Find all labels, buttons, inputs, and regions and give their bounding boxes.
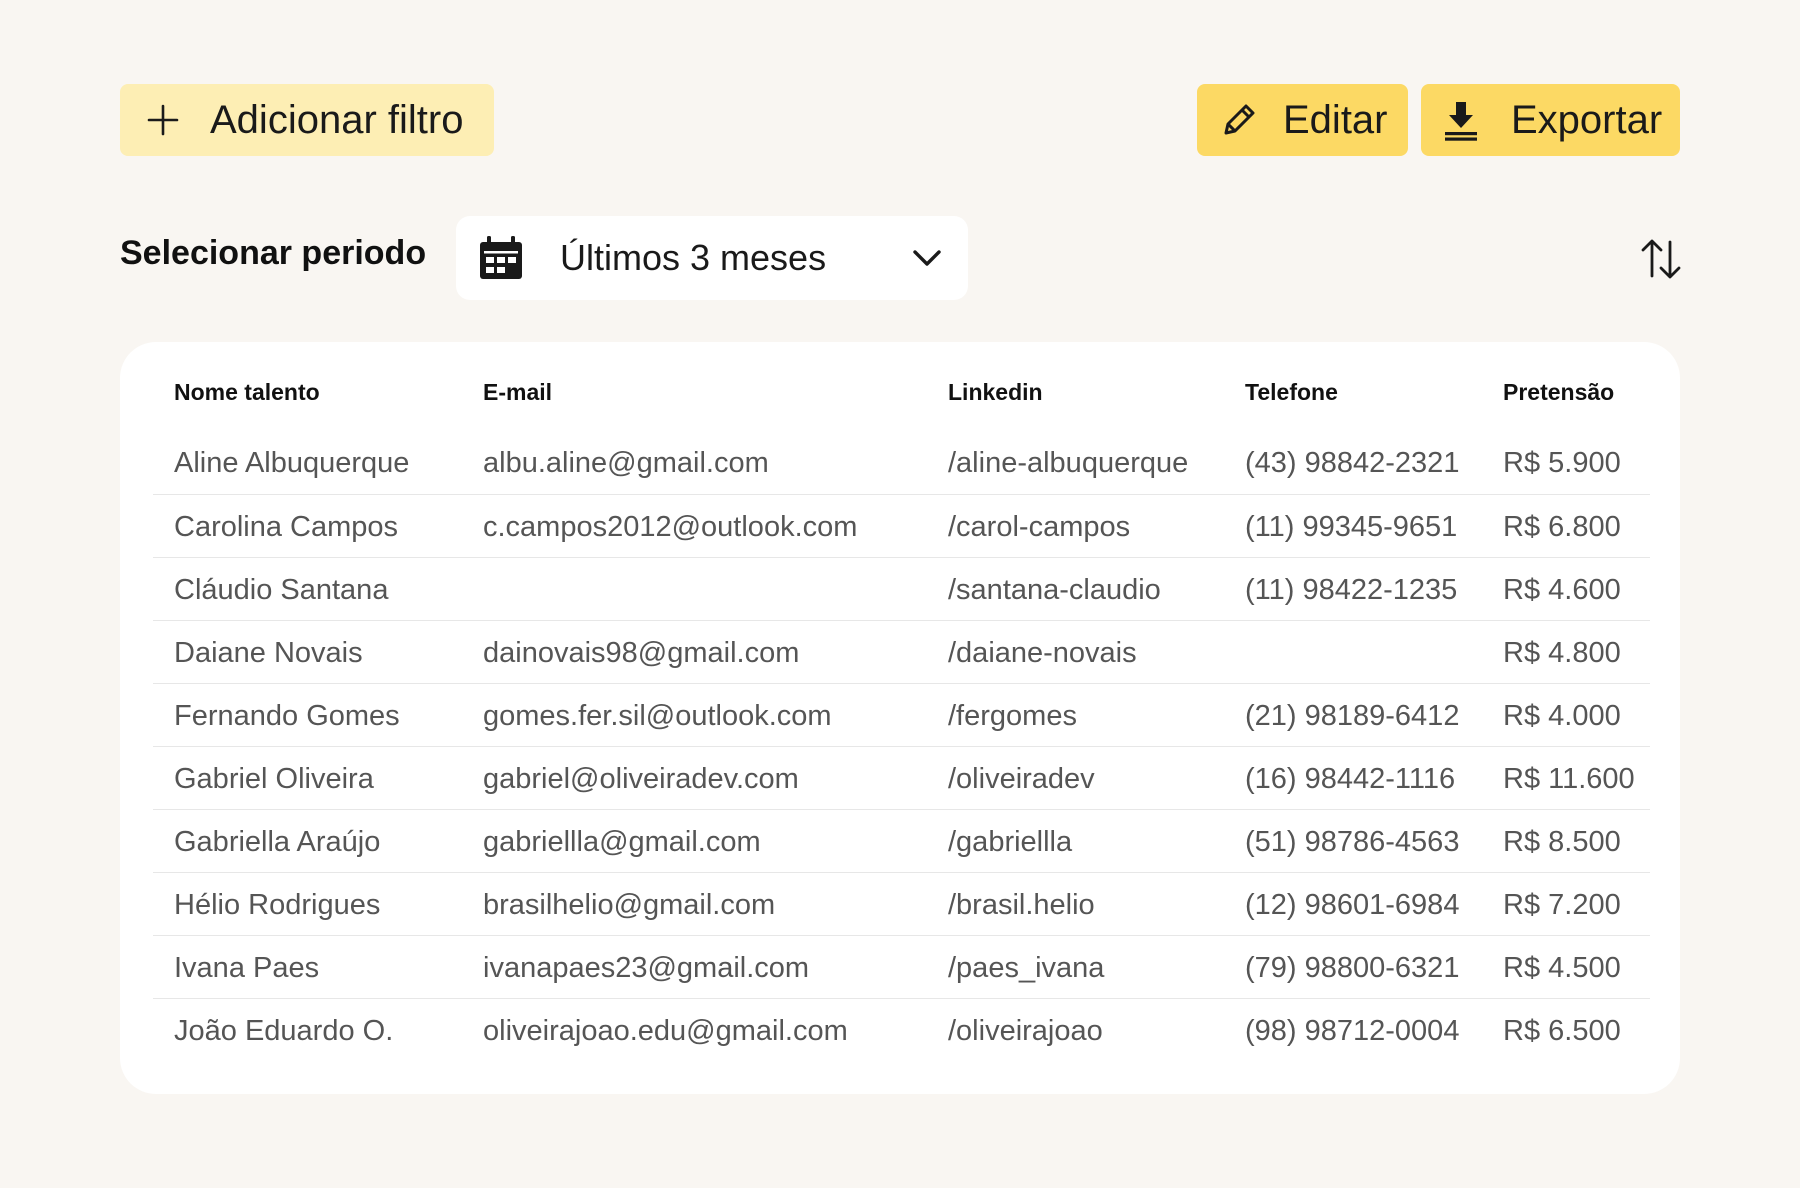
cell-name: Hélio Rodrigues	[174, 889, 381, 921]
table-row[interactable]: Hélio Rodrigues brasilhelio@gmail.com/bra…	[153, 872, 1650, 935]
cell-phone: (98) 98712-0004	[1245, 1015, 1460, 1048]
table-row[interactable]: Carolina Campos c.campos2012@outlook.com /…	[153, 494, 1650, 557]
cell-linkedin: /carol-campos	[948, 511, 1131, 543]
table-row[interactable]: Aline Albuquerque albu.aline@gmail.com/al…	[153, 416, 1650, 494]
period-label: Selecionar periodo	[120, 234, 427, 272]
cell-phone: (79) 98800-6321	[1245, 952, 1460, 984]
cell-name: João Eduardo O.	[174, 1015, 394, 1048]
cell-linkedin: /aline-albuquerque	[948, 447, 1189, 480]
cell-name: Carolina Campos	[174, 511, 399, 543]
table-row[interactable]: Gabriel Oliveira gabriel@oliveiradev.com /…	[153, 746, 1650, 809]
table-row[interactable]: Gabriella Araújo gabriellla@gmail.com/gab…	[153, 809, 1650, 872]
period-dropdown[interactable]: Últimos 3 meses	[456, 216, 968, 300]
cell-salary: R$ 4.600	[1503, 574, 1621, 606]
cell-email: oliveirajoao.edu@gmail.com	[483, 1015, 848, 1048]
edit-button[interactable]: Editar	[1197, 84, 1408, 156]
chevron-down-icon	[910, 241, 944, 275]
cell-salary: R$ 6.500	[1503, 1015, 1621, 1048]
export-label: Exportar	[1511, 97, 1663, 142]
cell-linkedin: /fergomes	[948, 700, 1077, 732]
cell-phone: (11) 99345-9651	[1245, 511, 1458, 543]
cell-linkedin: /gabriellla	[948, 826, 1073, 858]
table-row[interactable]: Cláudio Santana/santana-claudio (11) 9842…	[153, 557, 1650, 620]
cell-phone	[1224, 620, 1482, 683]
cell-email	[462, 557, 927, 620]
cell-salary: R$ 8.500	[1503, 826, 1621, 858]
add-filter-label: Adicionar filtro	[210, 97, 464, 142]
sort-arrows-icon[interactable]	[1636, 234, 1686, 284]
table-row[interactable]: Daiane Novais dainovais98@gmail.com/daian…	[153, 620, 1650, 683]
cell-name: Daiane Novais	[174, 637, 363, 669]
plus-icon	[142, 99, 184, 141]
cell-email: c.campos2012@outlook.com	[483, 511, 858, 543]
cell-name: Gabriella Araújo	[174, 826, 381, 858]
cell-name: Ivana Paes	[174, 952, 320, 984]
cell-email: albu.aline@gmail.com	[483, 447, 769, 480]
column-header-name[interactable]: Nome talento	[153, 368, 462, 416]
table-row[interactable]: Ivana Paes ivanapaes23@gmail.com/paes_iva…	[153, 935, 1650, 998]
cell-phone: (11) 98422-1235	[1245, 574, 1458, 606]
cell-salary: R$ 5.900	[1503, 447, 1621, 480]
cell-phone: (21) 98189-6412	[1245, 700, 1460, 732]
download-icon	[1439, 98, 1483, 142]
column-header-phone[interactable]: Telefone	[1224, 368, 1482, 416]
cell-linkedin: /oliveirajoao	[948, 1015, 1103, 1048]
cell-name: Cláudio Santana	[174, 574, 389, 606]
add-filter-button[interactable]: Adicionar filtro	[120, 84, 494, 156]
period-selected-value: Últimos 3 meses	[560, 237, 827, 278]
talent-table-card: Nome talento E-mail Linkedin Telefone Pr…	[120, 342, 1680, 1094]
cell-phone: (12) 98601-6984	[1245, 889, 1460, 921]
cell-salary: R$ 6.800	[1503, 511, 1621, 543]
cell-email: dainovais98@gmail.com	[483, 637, 800, 669]
cell-salary: R$ 7.200	[1503, 889, 1621, 921]
cell-email: brasilhelio@gmail.com	[483, 889, 776, 921]
export-button[interactable]: Exportar	[1421, 84, 1680, 156]
cell-phone: (51) 98786-4563	[1245, 826, 1460, 858]
cell-linkedin: /santana-claudio	[948, 574, 1161, 606]
column-header-email[interactable]: E-mail	[462, 368, 927, 416]
cell-name: Gabriel Oliveira	[174, 763, 374, 795]
cell-phone: (43) 98842-2321	[1245, 447, 1460, 480]
cell-linkedin: /paes_ivana	[948, 952, 1105, 984]
cell-linkedin: /oliveiradev	[948, 763, 1095, 795]
cell-name: Aline Albuquerque	[174, 447, 410, 480]
cell-linkedin: /daiane-novais	[948, 637, 1137, 669]
edit-label: Editar	[1283, 97, 1388, 142]
cell-email: ivanapaes23@gmail.com	[483, 952, 810, 984]
column-header-linkedin[interactable]: Linkedin	[927, 368, 1224, 416]
cell-salary: R$ 4.500	[1503, 952, 1621, 984]
cell-salary: R$ 4.000	[1503, 700, 1621, 732]
cell-salary: R$ 11.600	[1503, 763, 1635, 795]
pencil-icon	[1217, 98, 1261, 142]
cell-linkedin: /brasil.helio	[948, 889, 1095, 921]
table-header-row: Nome talento E-mail Linkedin Telefone Pr…	[153, 368, 1650, 416]
cell-salary: R$ 4.800	[1503, 637, 1621, 669]
talent-table: Nome talento E-mail Linkedin Telefone Pr…	[153, 368, 1650, 1061]
cell-email: gabriel@oliveiradev.com	[483, 763, 799, 795]
table-row[interactable]: João Eduardo O. oliveirajoao.edu@gmail.co…	[153, 998, 1650, 1061]
column-header-salary[interactable]: Pretensão	[1482, 368, 1650, 416]
cell-email: gomes.fer.sil@outlook.com	[483, 700, 832, 732]
cell-email: gabriellla@gmail.com	[483, 826, 761, 858]
calendar-icon	[478, 235, 524, 281]
table-body: Aline Albuquerque albu.aline@gmail.com/al…	[153, 416, 1650, 1061]
talent-list-page: Adicionar filtro Editar Exportar Selecio…	[0, 0, 1800, 1188]
cell-phone: (16) 98442-1116	[1245, 763, 1456, 795]
table-row[interactable]: Fernando Gomes gomes.fer.sil@outlook.com /…	[153, 683, 1650, 746]
cell-name: Fernando Gomes	[174, 700, 400, 732]
